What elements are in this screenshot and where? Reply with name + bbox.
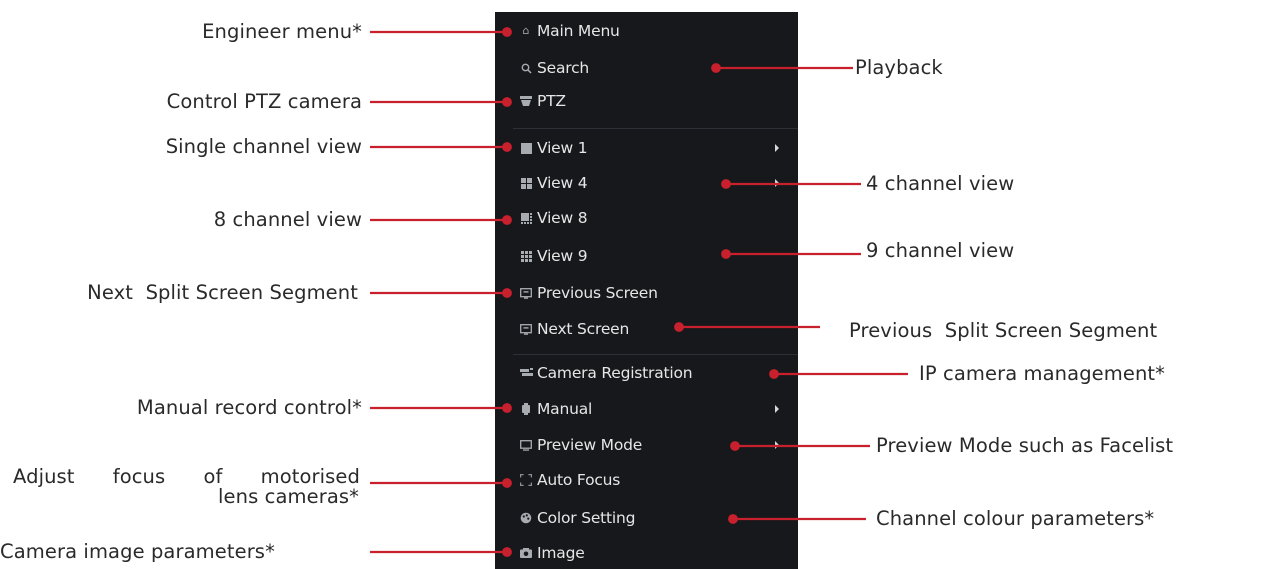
leader-dot (502, 97, 512, 107)
leader-dot (502, 288, 512, 298)
annotation-9-channel: 9 channel view (866, 239, 1015, 262)
annotation-adjust-focus-line2: lens cameras* (218, 485, 359, 508)
leader-dot (711, 63, 721, 73)
annotation-ip-camera: IP camera management* (919, 362, 1166, 385)
leader-dot (721, 179, 731, 189)
annotation-channel-colour: Channel colour parameters* (876, 507, 1155, 530)
leader-dot (502, 478, 512, 488)
annotation-preview-mode: Preview Mode such as Facelist (876, 434, 1174, 457)
leader-dot (502, 27, 512, 37)
annotation-engineer-menu: Engineer menu* (202, 20, 362, 43)
leader-dot (769, 369, 779, 379)
annotation-4-channel: 4 channel view (866, 172, 1015, 195)
annotation-previous-split: Previous Split Screen Segment (849, 319, 1158, 342)
leader-dot (502, 403, 512, 413)
leader-dot (502, 547, 512, 557)
leader-dot (502, 215, 512, 225)
annotation-playback: Playback (855, 56, 943, 79)
annotation-manual-record: Manual record control* (136, 396, 362, 419)
annotation-8-channel: 8 channel view (213, 208, 362, 231)
leader-dot (502, 142, 512, 152)
leader-dot (730, 441, 740, 451)
annotation-camera-image: Camera image parameters* (0, 540, 275, 563)
leader-dot (728, 514, 738, 524)
leader-dot (721, 249, 731, 259)
annotation-control-ptz: Control PTZ camera (166, 90, 362, 113)
annotation-next-split: Next Split Screen Segment (87, 281, 358, 304)
leader-dot (674, 322, 684, 332)
annotation-single-channel: Single channel view (165, 135, 362, 158)
